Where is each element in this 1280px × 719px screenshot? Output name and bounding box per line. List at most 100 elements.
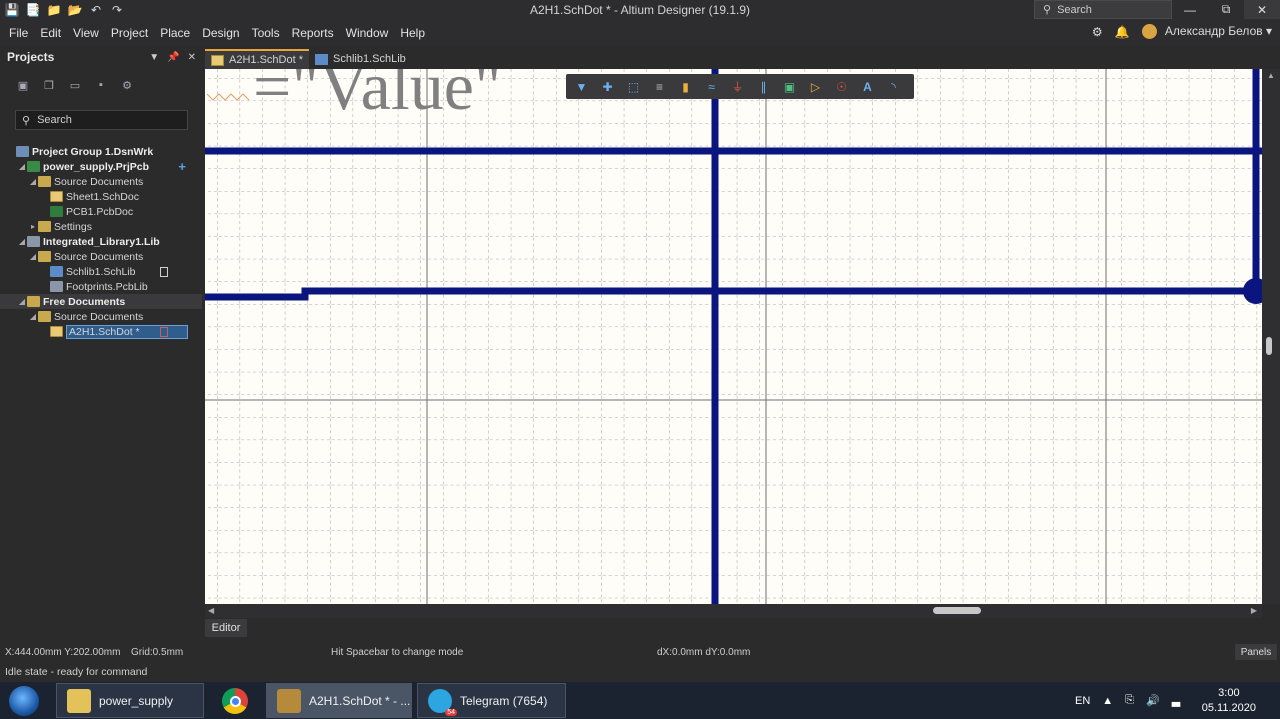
move-cross-icon[interactable]: ✚ [600,79,615,94]
scroll-up-icon[interactable]: ▲ [1267,71,1275,80]
panels-button[interactable]: Panels [1235,644,1277,660]
save-icon[interactable]: 💾 [4,2,20,18]
save-icon[interactable]: ▣ [16,78,30,92]
close-document-icon[interactable]: ▪ [94,78,108,92]
panel-close-icon[interactable]: ✕ [188,52,196,63]
open-project-icon[interactable]: 📂 [67,2,83,18]
wire-icon[interactable]: ≈ [704,79,719,94]
filter-icon[interactable]: ▼ [574,79,589,94]
tree-item[interactable]: ▸ Settings [0,219,202,234]
network-signal-icon[interactable]: ▃ [1172,694,1180,707]
tree-item[interactable]: ◢ Source Documents [0,249,202,264]
volume-icon[interactable]: 🔊 [1146,694,1160,707]
tree-item[interactable]: ◢ Integrated_Library1.Lib [0,234,202,249]
align-icon[interactable]: ≡ [652,79,667,94]
open-folder-icon[interactable]: 📁 [46,2,62,18]
minimize-button[interactable]: — [1172,0,1208,19]
expand-arrow-icon[interactable]: ◢ [17,237,27,246]
taskbar-chrome[interactable] [218,685,252,717]
value-parameter-text[interactable]: ="Value" [253,69,502,126]
collapsed-arrow-icon[interactable]: ▸ [28,222,38,231]
tree-item[interactable]: PCB1.PcbDoc [0,204,202,219]
select-area-icon[interactable]: ⬚ [626,79,641,94]
taskbar-explorer-power-supply[interactable]: power_supply [56,683,204,718]
user-menu[interactable]: Александр Белов ▾ [1141,24,1272,40]
expand-arrow-icon[interactable]: ◢ [17,297,27,306]
copy-icon[interactable]: ❐ [42,78,56,92]
tree-item[interactable]: Footprints.PcbLib [0,279,202,294]
tree-item-label: Project Group 1.DsnWrk [32,145,154,158]
panel-menu-icon[interactable]: ▼ [149,52,159,63]
expand-arrow-icon[interactable]: ◢ [28,252,38,261]
tree-item-label: PCB1.PcbDoc [66,205,134,218]
chevron-down-icon: ▾ [1265,24,1272,38]
bell-icon[interactable]: 🔔 [1115,25,1130,39]
gear-icon[interactable]: ⚙ [120,78,134,92]
directive-icon[interactable]: ☉ [834,79,849,94]
menu-help[interactable]: Help [394,26,431,40]
horizontal-scroll-thumb[interactable] [933,607,981,614]
schematic-canvas[interactable]: ="Value" ▼ ✚ ⬚ ≡ ▮ ≈ ⏚ ∥ ▣ ▷ ☉ A ◝ [205,69,1262,604]
tree-item[interactable]: ◢ Source Documents [0,309,202,324]
tree-item-selected[interactable]: A2H1.SchDot * [0,324,202,339]
language-indicator[interactable]: EN [1075,695,1090,707]
projects-search-input[interactable]: ⚲ Search [15,110,188,130]
scroll-right-icon[interactable]: ▶ [1251,606,1257,615]
port-icon[interactable]: ▷ [808,79,823,94]
tree-item-label: Integrated_Library1.Lib [43,235,160,248]
close-button[interactable]: ✕ [1244,0,1280,19]
project-icon [27,161,40,172]
menu-edit[interactable]: Edit [34,26,67,40]
delta-coordinates: dX:0.0mm dY:0.0mm [657,647,751,658]
usb-device-icon[interactable]: ⎘ [1125,694,1134,707]
taskbar-telegram[interactable]: 54 Telegram (7654) [417,683,566,718]
pin-icon[interactable]: 📌 [167,52,179,63]
menu-project[interactable]: Project [105,26,154,40]
menu-reports[interactable]: Reports [286,26,340,40]
tree-item[interactable]: ◢ Free Documents [0,294,202,309]
tree-item[interactable]: Sheet1.SchDoc [0,189,202,204]
tree-item-label: Footprints.PcbLib [66,280,148,293]
taskbar-altium[interactable]: A2H1.SchDot * - ... [266,683,412,718]
save-all-icon[interactable]: 📑 [25,2,41,18]
menu-design[interactable]: Design [196,26,245,40]
add-icon[interactable]: + [178,159,186,174]
component-icon[interactable]: ▮ [678,79,693,94]
expand-arrow-icon[interactable]: ◢ [17,162,27,171]
tree-item[interactable]: ◢ power_supply.PrjPcb + [0,159,202,174]
expand-arrow-icon[interactable]: ◢ [28,312,38,321]
redo-icon[interactable]: ↷ [109,2,125,18]
expand-arrow-icon[interactable]: ◢ [28,177,38,186]
arc-icon[interactable]: ◝ [886,79,901,94]
editor-tab[interactable]: Editor [205,619,247,637]
user-name: Александр Белов [1164,24,1263,38]
menu-file[interactable]: File [3,26,34,40]
tree-item[interactable]: Schlib1.SchLib [0,264,202,279]
tree-item[interactable]: Project Group 1.DsnWrk [0,144,202,159]
menu-view[interactable]: View [67,26,105,40]
clock[interactable]: 3:00 05.11.2020 [1202,686,1256,716]
scroll-left-icon[interactable]: ◀ [208,606,214,615]
bus-icon[interactable]: ∥ [756,79,771,94]
global-search-input[interactable]: ⚲ Search [1034,0,1172,19]
tree-item[interactable]: ◢ Source Documents [0,174,202,189]
vertical-scrollbar[interactable]: ▲ [1262,69,1280,604]
menu-window[interactable]: Window [340,26,395,40]
horizontal-scrollbar[interactable]: ◀ ▶ [205,604,1262,618]
taskbar: power_supply A2H1.SchDot * - ... 54 Tele… [0,682,1280,719]
menu-tools[interactable]: Tools [246,26,286,40]
open-folder-icon[interactable]: ▭ [68,78,82,92]
vertical-scroll-thumb[interactable] [1266,337,1272,355]
undo-icon[interactable]: ↶ [88,2,104,18]
restore-button[interactable]: ⧉ [1208,0,1244,19]
tab-a2h1-schdot[interactable]: A2H1.SchDot * [205,49,309,69]
tab-schlib1-schlib[interactable]: Schlib1.SchLib [309,49,412,69]
menu-place[interactable]: Place [154,26,196,40]
windows-logo-icon [9,685,39,716]
start-button[interactable] [4,684,44,717]
ground-icon[interactable]: ⏚ [730,79,745,94]
sheet-symbol-icon[interactable]: ▣ [782,79,797,94]
tray-expand-icon[interactable]: ▲ [1102,695,1113,707]
gear-icon[interactable]: ⚙ [1092,25,1103,39]
text-icon[interactable]: A [860,79,875,94]
